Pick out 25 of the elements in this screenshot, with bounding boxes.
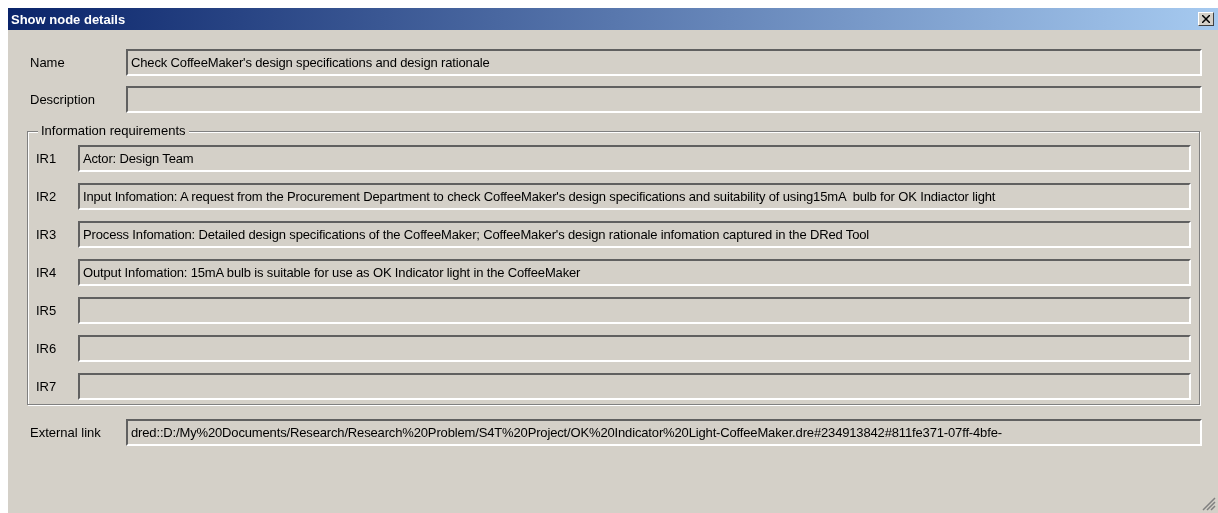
text-field[interactable]: Process Infomation: Detailed design specifications of the CoffeeMaker; CoffeeMaker's design rationale infomation captured in the DRed Tool: [78, 221, 1191, 248]
text-field[interactable]: [126, 86, 1202, 113]
text-field[interactable]: [78, 335, 1191, 362]
text-field[interactable]: Input Infomation: A request from the Procurement Department to check CoffeeMaker's design specifications and suitability of using15mA bulb for OK Indiactor light: [78, 183, 1191, 210]
field-label: External link: [29, 425, 102, 440]
text-field[interactable]: [78, 373, 1191, 400]
field-label: IR7: [35, 379, 58, 394]
text-field[interactable]: Actor: Design Team: [78, 145, 1191, 172]
field-label: IR6: [35, 341, 58, 356]
field-label: IR5: [35, 303, 58, 318]
group-title: Information requirements: [38, 123, 189, 138]
field-label: IR4: [35, 265, 58, 280]
text-field[interactable]: Check CoffeeMaker's design specifications and design rationale: [126, 49, 1202, 76]
field-label: Description: [29, 92, 97, 107]
text-field[interactable]: [78, 297, 1191, 324]
window-title: Show node details: [11, 11, 126, 27]
field-label: IR3: [35, 227, 58, 242]
field-label: IR2: [35, 189, 58, 204]
field-label: Name: [29, 55, 66, 70]
text-field[interactable]: Output Infomation: 15mA bulb is suitable for use as OK Indicator light in the CoffeeMaker: [78, 259, 1191, 286]
close-button[interactable]: [1198, 12, 1214, 26]
field-label: IR1: [35, 151, 58, 166]
close-icon: [1202, 15, 1210, 23]
text-field[interactable]: dred::D:/My%20Documents/Research/Research%20Problem/S4T%20Project/OK%20Indicator%20Light-CoffeeMaker.dre#234913842#811fe371-07ff-4bfe-: [126, 419, 1202, 446]
resize-grip-icon[interactable]: [1202, 497, 1216, 511]
